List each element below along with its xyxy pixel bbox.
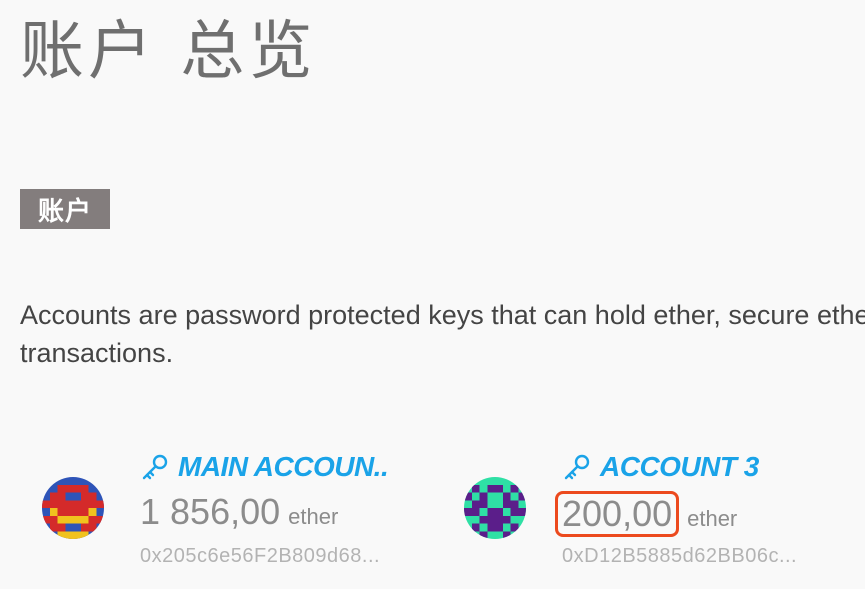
account-card-main[interactable]: MAIN ACCOUN.. 1 856,00 ether 0x205c6e56F… xyxy=(40,445,420,580)
description-line-2: transactions. xyxy=(20,338,174,368)
account-card-3[interactable]: ACCOUNT 3 200,00 ether 0xD12B5885d62BB06… xyxy=(462,445,865,580)
account-address: 0xD12B5885d62BB06c... xyxy=(562,545,798,567)
account-name-row: ACCOUNT 3 xyxy=(562,447,759,487)
account-name-row: MAIN ACCOUN.. xyxy=(140,447,389,487)
account-name[interactable]: ACCOUNT 3 xyxy=(600,451,759,483)
avatar-identicon xyxy=(42,477,104,539)
description-line-1: Accounts are password protected keys tha… xyxy=(20,300,865,330)
account-name[interactable]: MAIN ACCOUN.. xyxy=(178,451,389,483)
key-icon xyxy=(562,452,592,482)
avatar-identicon xyxy=(464,477,526,539)
section-badge-accounts: 账户 xyxy=(20,189,110,229)
page-title: 账户 总览 xyxy=(20,15,317,89)
account-balance-unit: ether xyxy=(288,504,339,529)
account-balance-highlighted: 200,00 xyxy=(555,491,680,537)
account-balance-row: 200,00 ether xyxy=(555,491,738,537)
account-balance-unit: ether xyxy=(687,506,738,531)
section-description: Accounts are password protected keys tha… xyxy=(20,296,865,372)
account-balance-row: 1 856,00 ether xyxy=(140,491,338,535)
account-address: 0x205c6e56F2B809d68... xyxy=(140,545,381,567)
key-icon xyxy=(140,452,170,482)
account-balance: 1 856,00 xyxy=(140,491,281,532)
